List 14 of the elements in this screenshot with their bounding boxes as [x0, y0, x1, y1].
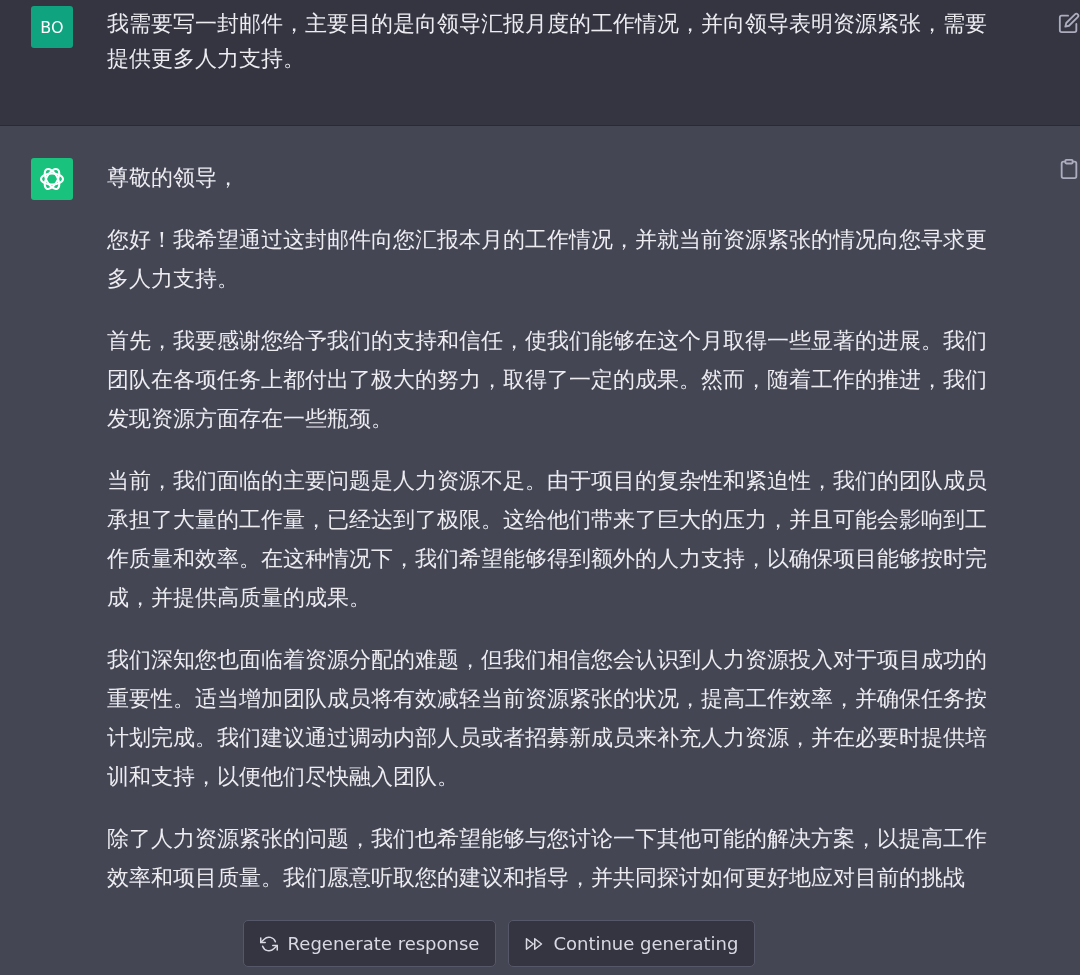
- user-avatar: BO: [31, 6, 73, 48]
- paragraph: 尊敬的领导，: [107, 163, 240, 192]
- refresh-icon: [259, 934, 278, 953]
- paragraph: 我们深知您也面临着资源分配的难题，但我们相信您会认识到人力资源投入对于项目成功的重要性。适当增加团队成员将有效减轻当前资源紧张的状况，提高工作效率，并确保任务按计划完成。我们建议通过调动内部人员或者招募新成员来补充人力资源，并在必要时提供培训和支持，以便他们尽快融入团队。: [107, 645, 988, 791]
- paragraph: 您好！我希望通过这封邮件向您汇报本月的工作情况，并就当前资源紧张的情况向您寻求更多人力支持。: [107, 225, 988, 293]
- continue-button[interactable]: Continue generating: [508, 920, 756, 967]
- logo-icon: [31, 158, 73, 200]
- clipboard-icon[interactable]: [1058, 158, 1080, 180]
- regenerate-button[interactable]: Regenerate response: [242, 920, 497, 967]
- paragraph: 除了人力资源紧张的问题，我们也希望能够与您讨论一下其他可能的解决方案，以提高工作效率和项目质量。我们愿意听取您的建议和指导，并共同探讨如何更好地应对目前的挑战: [107, 824, 988, 892]
- edit-icon[interactable]: [1058, 12, 1080, 34]
- paragraph: 当前，我们面临的主要问题是人力资源不足。由于项目的复杂性和紧迫性，我们的团队成员承担了大量的工作量，已经达到了极限。这给他们带来了巨大的压力，并且可能会影响到工作质量和效率。在这种情况下，我们希望能够得到额外的人力支持，以确保项目能够按时完成，并提供高质量的成果。: [107, 466, 988, 612]
- paragraph: 首先，我要感谢您给予我们的支持和信任，使我们能够在这个月取得一些显著的进展。我们团队在各项任务上都付出了极大的努力，取得了一定的成果。然而，随着工作的推进，我们发现资源方面存在一些瓶颈。: [107, 326, 988, 433]
- message-text: 我需要写一封邮件，主要目的是向领导汇报月度的工作情况，并向领导表明资源紧张，需要提供更多人力支持。: [107, 9, 988, 73]
